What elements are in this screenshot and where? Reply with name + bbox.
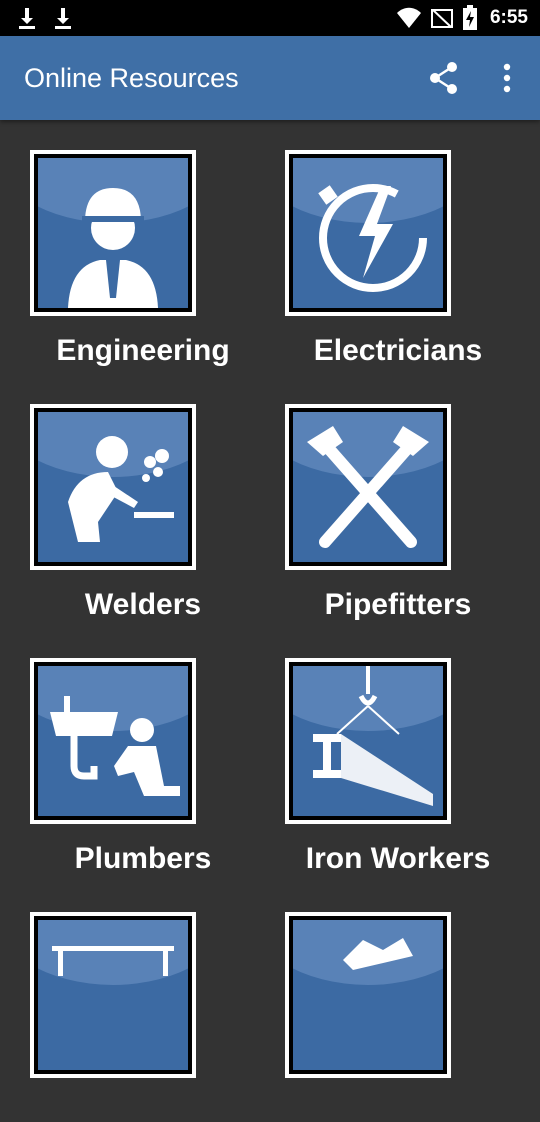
tile-frame: [30, 658, 196, 824]
tile-frame: [285, 404, 451, 570]
tile-frame: [285, 150, 451, 316]
steel-beam-crane-icon: [293, 666, 443, 816]
tile-partial-right[interactable]: [255, 882, 485, 1122]
tile-iron-workers[interactable]: Iron Workers: [255, 628, 490, 875]
tile-label: Engineering: [56, 334, 230, 367]
tile-engineering[interactable]: Engineering: [0, 120, 230, 367]
tile-label: Pipefitters: [324, 588, 472, 621]
tile-label: Iron Workers: [305, 842, 491, 875]
plumber-icon: [38, 666, 188, 816]
tile-frame: [30, 912, 196, 1078]
welder-icon: [38, 412, 188, 562]
tile-plumbers[interactable]: Plumbers: [0, 628, 230, 875]
resource-grid: Engineering Electricians Welders Pipefit…: [0, 120, 540, 1078]
app-bar: Online Resources: [0, 36, 540, 120]
battery-charging-icon: [462, 5, 477, 30]
page-title: Online Resources: [24, 63, 239, 93]
electric-plug-bolt-icon: [293, 158, 443, 308]
tile-frame: [285, 912, 451, 1078]
tile-label: Plumbers: [74, 842, 212, 875]
tile-label: Welders: [84, 588, 202, 621]
wifi-icon: [396, 7, 421, 28]
tile-frame: [30, 404, 196, 570]
status-bar: 6:55: [0, 0, 540, 36]
share-icon[interactable]: [424, 58, 464, 98]
tile-frame: [30, 150, 196, 316]
tile-welders[interactable]: Welders: [0, 374, 230, 621]
download-icon: [19, 8, 35, 29]
tile-label: Electricians: [313, 334, 483, 367]
status-time: 6:55: [489, 7, 528, 28]
engineer-icon: [38, 158, 188, 308]
tile-partial-left[interactable]: [0, 882, 230, 1122]
partial-tile-icon: [293, 920, 443, 1070]
more-vert-icon[interactable]: [492, 58, 522, 98]
download-icon: [55, 8, 71, 29]
tile-frame: [285, 658, 451, 824]
no-signal-icon: [430, 9, 453, 28]
tile-electricians[interactable]: Electricians: [255, 120, 485, 367]
pipe-wrenches-icon: [293, 412, 443, 562]
partial-tile-icon: [38, 920, 188, 1070]
tile-pipefitters[interactable]: Pipefitters: [255, 374, 485, 621]
